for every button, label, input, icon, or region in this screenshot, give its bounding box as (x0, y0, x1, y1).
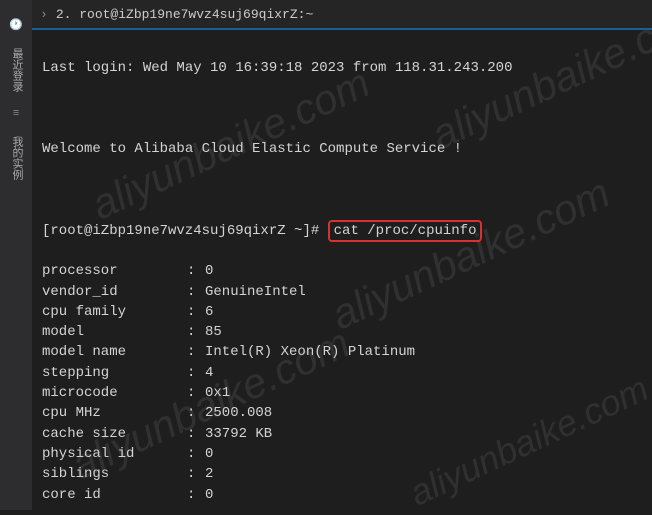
output-sep: : (187, 403, 205, 423)
output-val: GenuineIntel (205, 282, 306, 302)
output-sep: : (187, 322, 205, 342)
output-row: microcode:0x1 (42, 383, 642, 403)
output-sep: : (187, 383, 205, 403)
output-row: physical id:0 (42, 444, 642, 464)
output-val: 2500.008 (205, 403, 272, 423)
output-key: physical id (42, 444, 187, 464)
output-row: cpu MHz:2500.008 (42, 403, 642, 423)
blank-line (42, 99, 642, 119)
command-highlight: cat /proc/cpuinfo (328, 220, 483, 242)
output-key: cache size (42, 424, 187, 444)
output-sep: : (187, 282, 205, 302)
output-val: 0 (205, 444, 213, 464)
blank-line (42, 180, 642, 200)
output-val: 6 (205, 302, 213, 322)
chevron-icon: › (40, 7, 48, 22)
output-key: model name (42, 342, 187, 362)
terminal-output[interactable]: Last login: Wed May 10 16:39:18 2023 fro… (42, 38, 642, 500)
output-key: processor (42, 261, 187, 281)
output-key: stepping (42, 363, 187, 383)
output-sep: : (187, 261, 205, 281)
output-sep: : (187, 302, 205, 322)
output-val: 4 (205, 363, 213, 383)
output-row: processor:0 (42, 261, 642, 281)
sidebar-recent-login[interactable]: 最近登录 (8, 48, 24, 92)
output-row: siblings:2 (42, 464, 642, 484)
output-val: 0x1 (205, 383, 230, 403)
output-val: 33792 KB (205, 424, 272, 444)
left-sidebar: 🕐 最近登录 ≡ 我的实例 (0, 0, 32, 510)
output-row: cache size:33792 KB (42, 424, 642, 444)
tab-bar: › 2. root@iZbp19ne7wvz4suj69qixrZ:~ (32, 0, 652, 30)
output-val: 2 (205, 464, 213, 484)
output-row: vendor_id:GenuineIntel (42, 282, 642, 302)
output-sep: : (187, 342, 205, 362)
output-val: Intel(R) Xeon(R) Platinum (205, 342, 415, 362)
output-sep: : (187, 485, 205, 500)
output-sep: : (187, 444, 205, 464)
output-val: 0 (205, 485, 213, 500)
output-sep: : (187, 464, 205, 484)
output-row: cpu family:6 (42, 302, 642, 322)
output-key: cpu family (42, 302, 187, 322)
sidebar-my-instance[interactable]: 我的实例 (8, 136, 24, 180)
output-key: model (42, 322, 187, 342)
output-key: cpu MHz (42, 403, 187, 423)
command-line: [root@iZbp19ne7wvz4suj69qixrZ ~]# cat /p… (42, 221, 642, 241)
output-key: microcode (42, 383, 187, 403)
output-key: siblings (42, 464, 187, 484)
tab-title[interactable]: 2. root@iZbp19ne7wvz4suj69qixrZ:~ (56, 7, 313, 22)
list-icon: ≡ (13, 108, 20, 120)
output-val: 0 (205, 261, 213, 281)
output-row: model name:Intel(R) Xeon(R) Platinum (42, 342, 642, 362)
clock-icon: 🕐 (9, 18, 23, 32)
output-row: model:85 (42, 322, 642, 342)
output-sep: : (187, 363, 205, 383)
welcome-line: Welcome to Alibaba Cloud Elastic Compute… (42, 139, 642, 159)
output-row: core id:0 (42, 485, 642, 500)
output-sep: : (187, 424, 205, 444)
shell-prompt: [root@iZbp19ne7wvz4suj69qixrZ ~]# (42, 223, 319, 239)
last-login-line: Last login: Wed May 10 16:39:18 2023 fro… (42, 58, 642, 78)
output-val: 85 (205, 322, 222, 342)
output-key: core id (42, 485, 187, 500)
output-row: stepping:4 (42, 363, 642, 383)
output-key: vendor_id (42, 282, 187, 302)
